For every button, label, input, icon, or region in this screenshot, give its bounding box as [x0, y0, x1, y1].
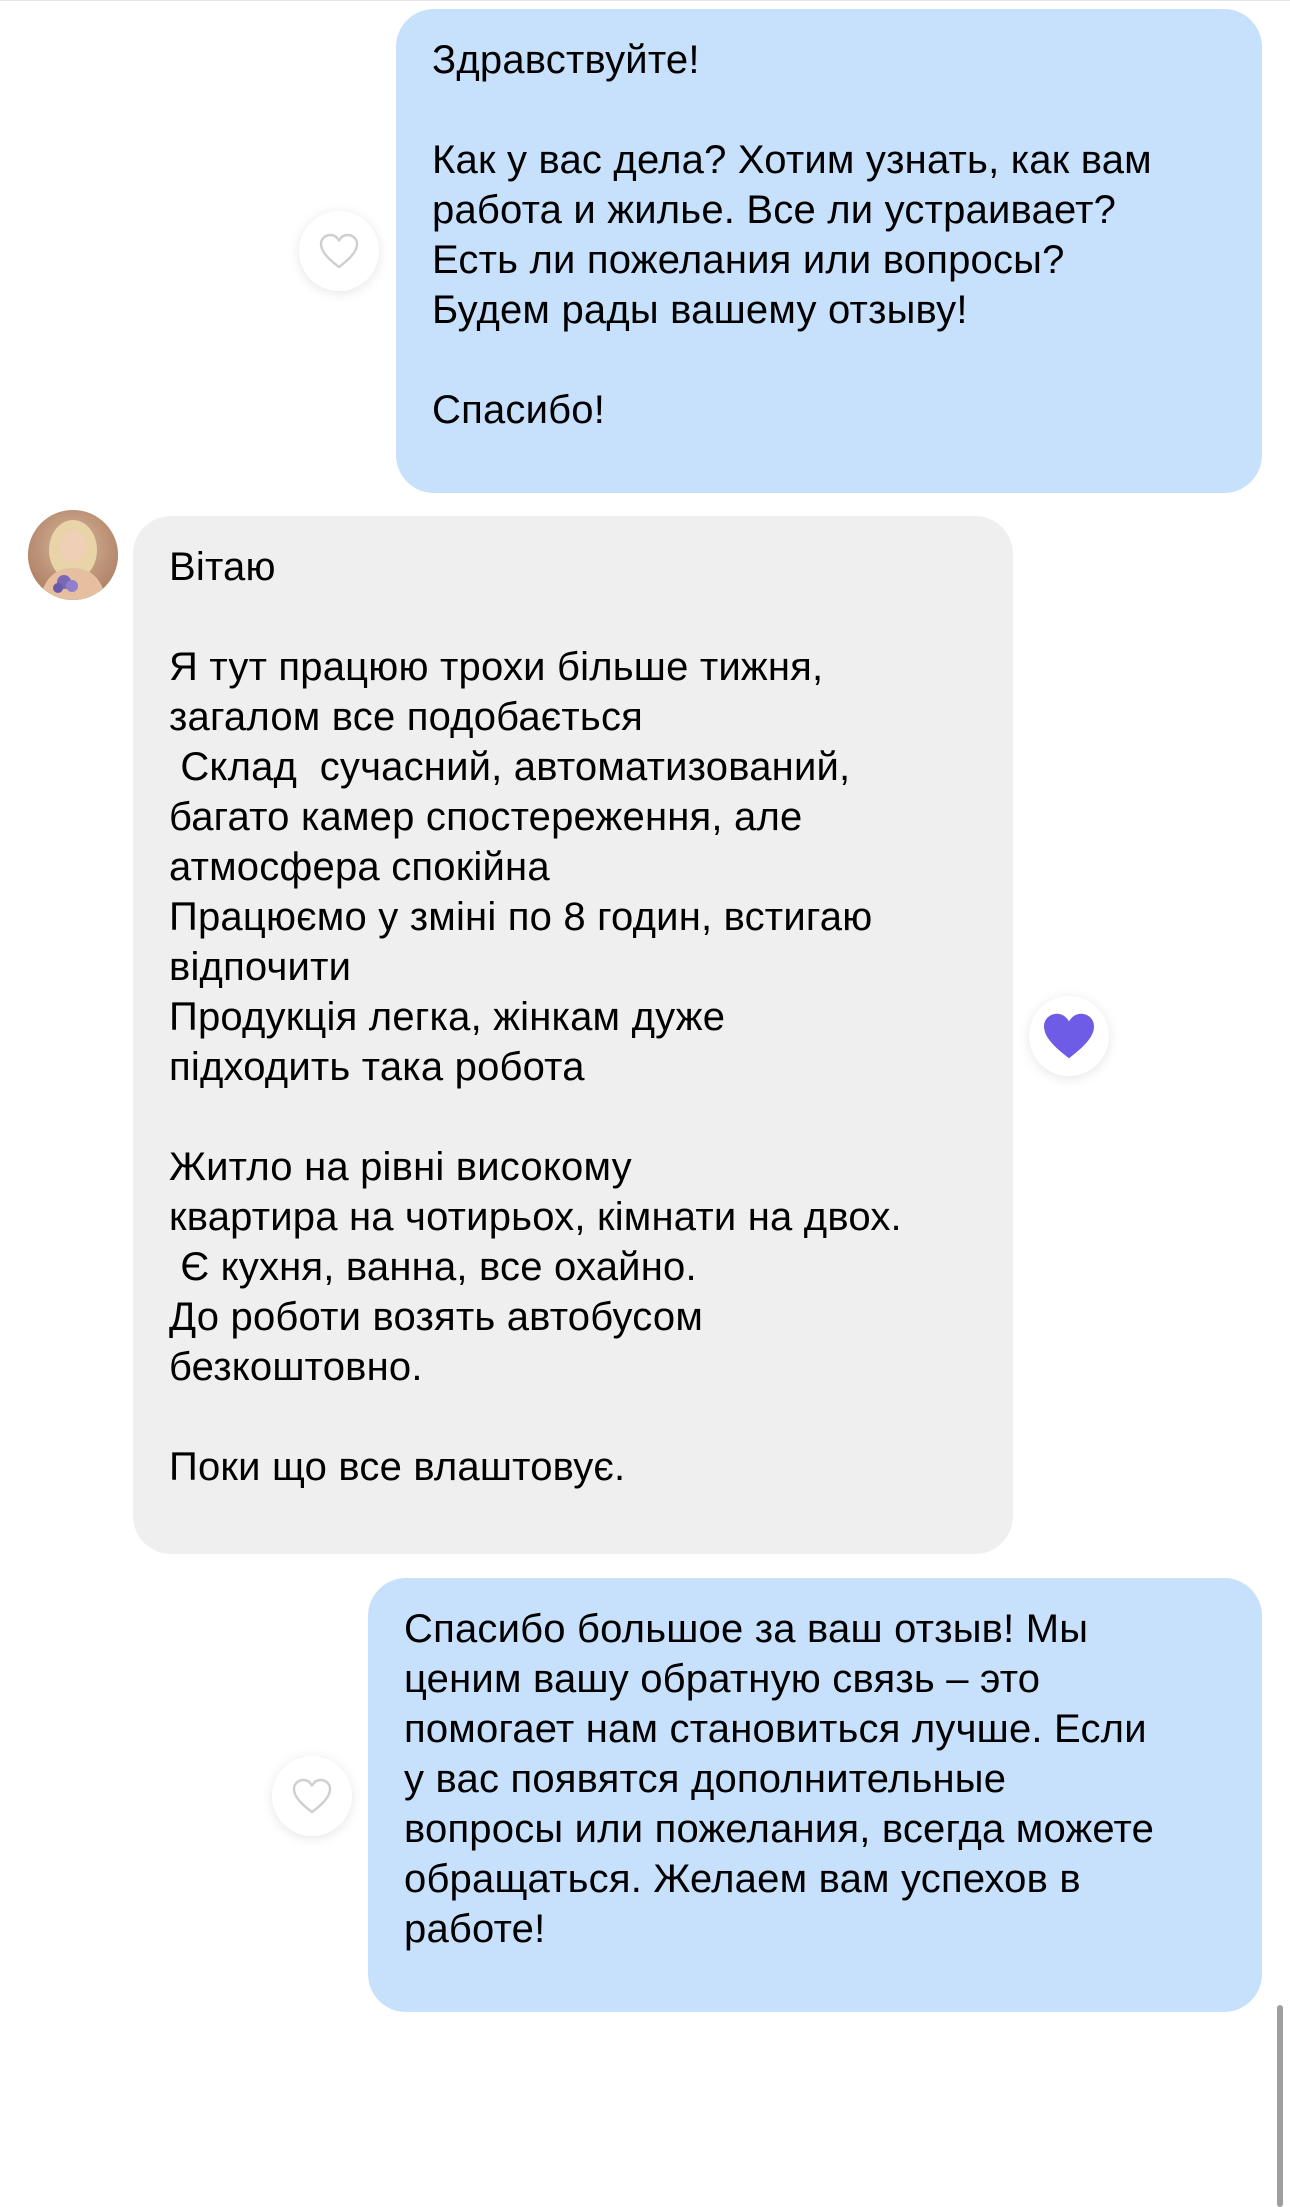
- like-button[interactable]: [299, 211, 379, 291]
- top-divider: [0, 0, 1290, 1]
- outgoing-message-bubble[interactable]: Спасибо большое за ваш отзыв! Мы ценим в…: [368, 1578, 1262, 2012]
- incoming-message-bubble[interactable]: Вітаю Я тут працюю трохи більше тижня, з…: [133, 516, 1013, 1554]
- like-button[interactable]: [272, 1756, 352, 1836]
- like-button[interactable]: [1029, 996, 1109, 1076]
- heart-outline-icon: [319, 233, 359, 269]
- heart-outline-icon: [292, 1778, 332, 1814]
- scrollbar[interactable]: [1277, 2005, 1283, 2207]
- sender-avatar[interactable]: [28, 510, 118, 600]
- user-avatar-photo: [28, 510, 118, 600]
- heart-filled-icon: [1044, 1013, 1094, 1059]
- outgoing-message-bubble[interactable]: Здравствуйте! Как у вас дела? Хотим узна…: [396, 9, 1262, 493]
